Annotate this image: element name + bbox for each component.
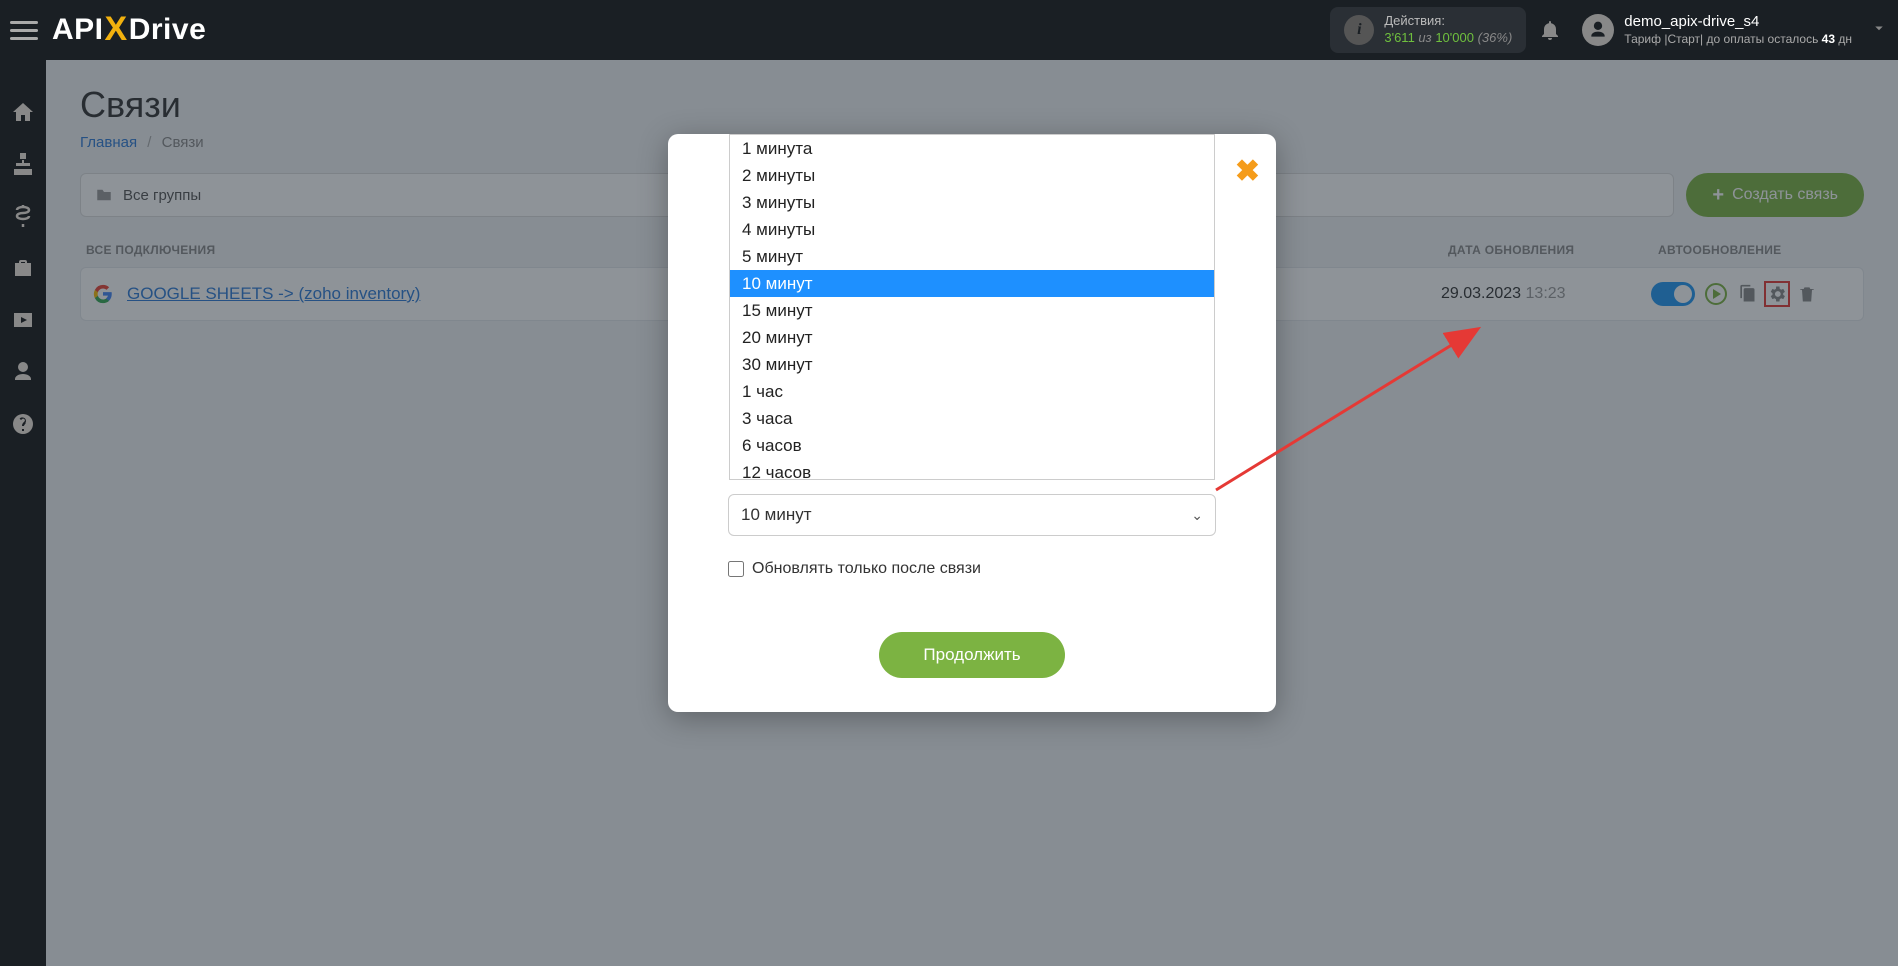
- continue-button[interactable]: Продолжить: [879, 632, 1064, 678]
- logo-drive: Drive: [129, 13, 207, 47]
- interval-option[interactable]: 15 минут: [730, 297, 1214, 324]
- bell-icon[interactable]: [1538, 18, 1562, 42]
- interval-option[interactable]: 6 часов: [730, 432, 1214, 459]
- interval-select[interactable]: 10 минут ⌄: [728, 494, 1216, 536]
- interval-option[interactable]: 1 минута: [730, 135, 1214, 162]
- interval-option[interactable]: 5 минут: [730, 243, 1214, 270]
- close-icon[interactable]: ✖: [1235, 154, 1260, 189]
- billing-icon[interactable]: [11, 204, 35, 228]
- interval-modal: ✖ 1 минута2 минуты3 минуты4 минуты5 мину…: [668, 134, 1276, 712]
- main-content: Связи Главная / Связи Все группы + Созда…: [46, 60, 1898, 966]
- sidebar: [0, 60, 46, 966]
- interval-option[interactable]: 20 минут: [730, 324, 1214, 351]
- logo-x-icon: X: [105, 10, 128, 49]
- interval-option[interactable]: 10 минут: [730, 270, 1214, 297]
- tariff-prefix: Тариф |Старт| до оплаты осталось: [1624, 32, 1821, 46]
- interval-option[interactable]: 30 минут: [730, 351, 1214, 378]
- video-icon[interactable]: [11, 308, 35, 332]
- interval-option[interactable]: 3 минуты: [730, 189, 1214, 216]
- actions-used: 3'611: [1384, 30, 1414, 45]
- interval-option[interactable]: 4 минуты: [730, 216, 1214, 243]
- logo[interactable]: API X Drive: [52, 11, 206, 50]
- interval-option[interactable]: 3 часа: [730, 405, 1214, 432]
- actions-box[interactable]: i Действия: 3'611 из 10'000 (36%): [1330, 7, 1526, 53]
- interval-option[interactable]: 12 часов: [730, 459, 1214, 480]
- profile-icon[interactable]: [11, 360, 35, 384]
- checkbox-label: Обновлять только после связи: [752, 560, 981, 578]
- tariff-days: 43: [1822, 32, 1835, 46]
- info-icon: i: [1344, 15, 1374, 45]
- actions-iz: из: [1418, 30, 1431, 45]
- interval-select-value: 10 минут: [741, 505, 812, 525]
- actions-total: 10'000: [1435, 30, 1474, 45]
- chevron-down-icon: ⌄: [1191, 507, 1203, 524]
- actions-text: Действия: 3'611 из 10'000 (36%): [1384, 13, 1512, 47]
- briefcase-icon[interactable]: [11, 256, 35, 280]
- topbar: API X Drive i Действия: 3'611 из 10'000 …: [0, 0, 1898, 60]
- tariff-line: Тариф |Старт| до оплаты осталось 43 дн: [1624, 32, 1852, 48]
- menu-icon[interactable]: [10, 16, 38, 44]
- interval-option[interactable]: 1 час: [730, 378, 1214, 405]
- logo-api: API: [52, 13, 104, 47]
- actions-pct: (36%): [1478, 30, 1513, 45]
- user-text: demo_apix-drive_s4 Тариф |Старт| до опла…: [1624, 12, 1852, 47]
- checkbox-input[interactable]: [728, 561, 744, 577]
- interval-option[interactable]: 2 минуты: [730, 162, 1214, 189]
- home-icon[interactable]: [11, 100, 35, 124]
- connections-icon[interactable]: [11, 152, 35, 176]
- username: demo_apix-drive_s4: [1624, 12, 1852, 32]
- user-block[interactable]: demo_apix-drive_s4 Тариф |Старт| до опла…: [1582, 12, 1852, 47]
- tariff-suffix: дн: [1835, 32, 1852, 46]
- interval-dropdown-list: 1 минута2 минуты3 минуты4 минуты5 минут1…: [729, 134, 1215, 480]
- update-after-checkbox[interactable]: Обновлять только после связи: [728, 560, 1216, 578]
- avatar-icon: [1582, 14, 1614, 46]
- chevron-down-icon[interactable]: [1870, 19, 1888, 42]
- help-icon[interactable]: [11, 412, 35, 436]
- actions-label: Действия:: [1384, 13, 1512, 30]
